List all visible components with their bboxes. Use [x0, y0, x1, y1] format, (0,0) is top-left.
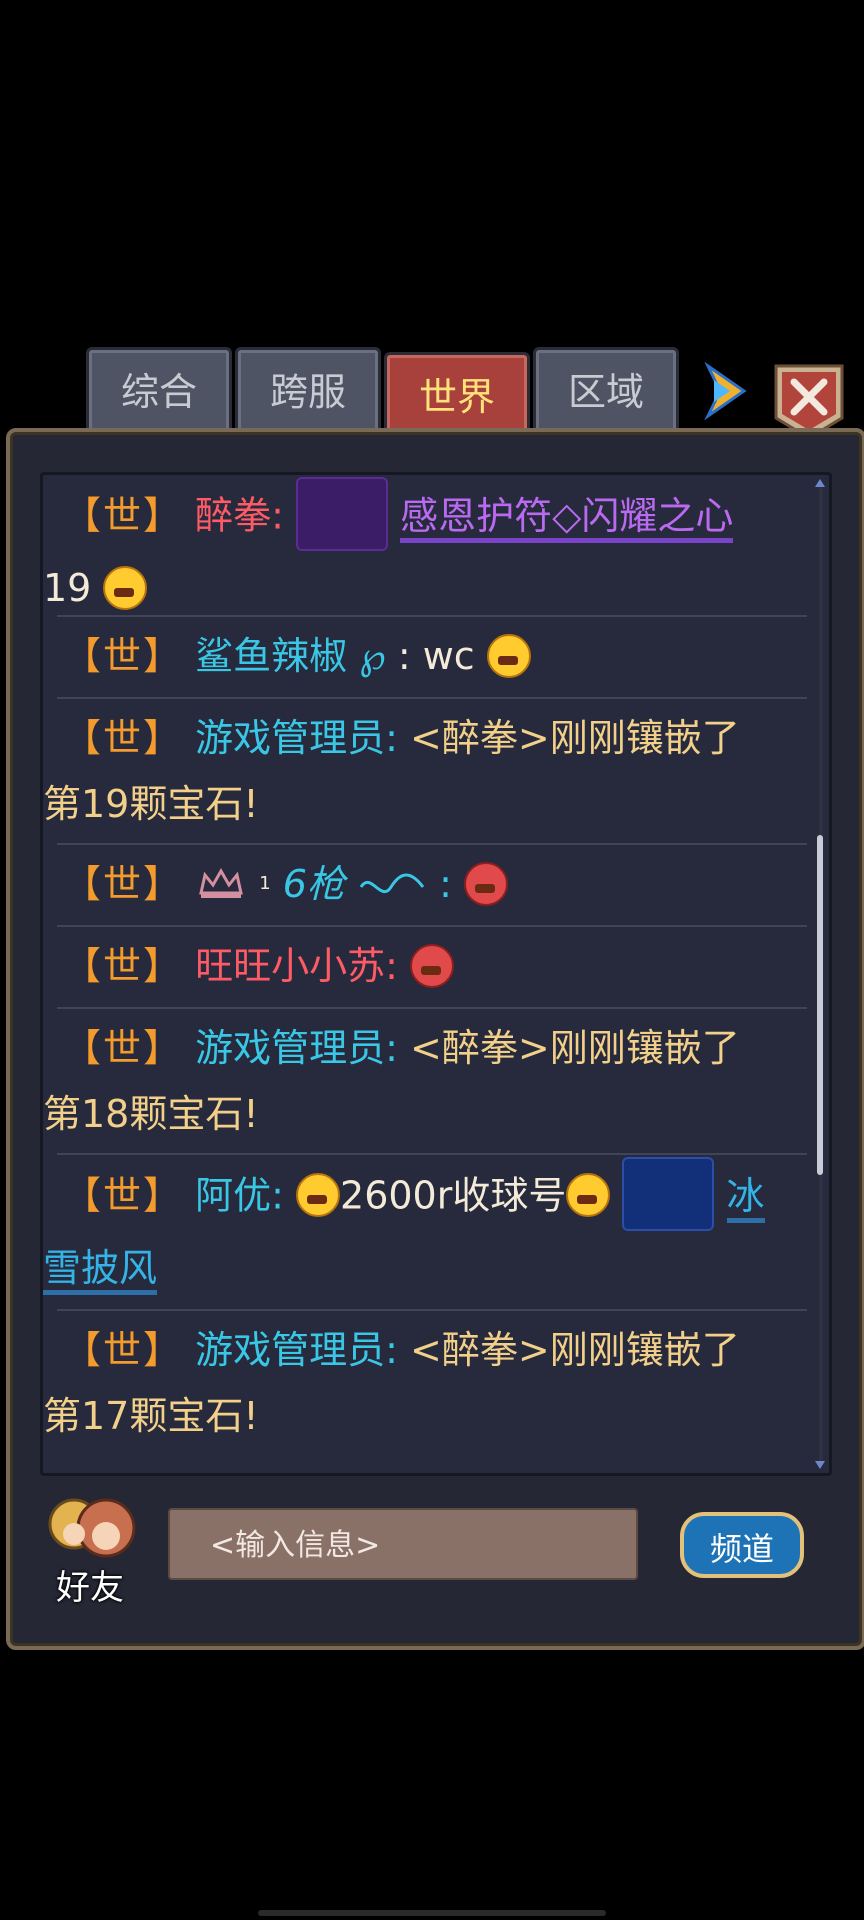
home-indicator[interactable]: [258, 1910, 606, 1916]
message-input[interactable]: <输入信息>: [168, 1508, 638, 1580]
message-text: <醉拳>刚刚镶嵌了: [410, 1026, 740, 1070]
crying-emoji-icon: [566, 1173, 611, 1217]
tab-region[interactable]: 区域: [533, 347, 679, 437]
scroll-down-arrow-icon[interactable]: [815, 1461, 825, 1469]
laughing-emoji-icon: [103, 565, 148, 610]
sender-name[interactable]: 6枪: [283, 862, 345, 906]
chat-message: 【世】 游戏管理员: <醉拳>刚刚镶嵌了 第19颗宝石!: [43, 705, 793, 837]
sender-name[interactable]: 鲨鱼辣椒: [195, 634, 347, 678]
friends-label[interactable]: 好友: [56, 1560, 124, 1609]
sender-name[interactable]: 游戏管理员:: [195, 716, 398, 760]
expand-arrow-icon[interactable]: [700, 362, 750, 420]
chat-message: 【世】 阿优: 2600r收球号 冰 雪披风: [43, 1157, 793, 1301]
chat-message: 【世】 鲨鱼辣椒 ℘ : wc: [63, 623, 793, 689]
divider: [57, 925, 807, 927]
channel-tag: 【世】: [63, 1026, 184, 1070]
channel-button[interactable]: 频道: [680, 1512, 804, 1578]
message-text: 2600r收球号: [340, 1173, 567, 1218]
chat-message: 【世】 游戏管理员: <醉拳>刚刚镶嵌了 第18颗宝石!: [43, 1015, 793, 1147]
channel-tag: 【世】: [63, 1173, 184, 1218]
message-text: 第18颗宝石!: [43, 1092, 259, 1136]
angry-face-emoji-icon: [486, 633, 531, 678]
message-text: 19: [43, 566, 92, 610]
badge-level: 1: [259, 873, 271, 894]
channel-tag: 【世】: [63, 716, 184, 760]
channel-tag: 【世】: [63, 493, 184, 538]
cloak-item-icon[interactable]: [622, 1157, 715, 1231]
channel-tag: 【世】: [63, 634, 184, 678]
message-text: : wc: [397, 634, 475, 678]
divider: [57, 1309, 807, 1311]
divider: [57, 1153, 807, 1155]
sender-name[interactable]: 阿优:: [195, 1174, 284, 1218]
crown-badge-icon: [199, 867, 243, 898]
message-text: <醉拳>刚刚镶嵌了: [410, 716, 740, 760]
message-text: :: [439, 862, 452, 906]
chat-message: 【世】 醉拳: 感恩护符◇闪耀之心 19: [43, 477, 793, 621]
divider: [57, 843, 807, 845]
channel-tag: 【世】: [63, 862, 184, 906]
message-text: 第19颗宝石!: [43, 782, 259, 826]
screaming-emoji-icon: [410, 943, 455, 988]
name-flourish-icon: [359, 873, 425, 893]
divider: [57, 1007, 807, 1009]
tab-general[interactable]: 综合: [86, 347, 232, 437]
screaming-emoji-icon: [464, 861, 509, 906]
chat-message: 【世】 旺旺小小苏:: [63, 933, 793, 999]
chat-message: 【世】 游戏管理员: <醉拳>刚刚镶嵌了 第17颗宝石!: [43, 1317, 793, 1449]
item-link[interactable]: 感恩护符◇闪耀之心: [400, 493, 734, 543]
item-link[interactable]: 雪披风: [43, 1246, 158, 1295]
channel-tag: 【世】: [63, 944, 184, 988]
sender-name[interactable]: 游戏管理员:: [195, 1328, 398, 1372]
scrollbar-thumb[interactable]: [817, 835, 823, 1175]
message-text: <醉拳>刚刚镶嵌了: [410, 1328, 740, 1372]
divider: [57, 615, 807, 617]
amulet-item-icon[interactable]: [296, 477, 389, 551]
item-link[interactable]: 冰: [726, 1173, 765, 1223]
divider: [57, 697, 807, 699]
scroll-up-arrow-icon[interactable]: [815, 479, 825, 487]
message-text: 第17颗宝石!: [43, 1394, 259, 1438]
sender-symbol: ℘: [359, 634, 386, 678]
channel-tag: 【世】: [63, 1328, 184, 1372]
sender-name[interactable]: 游戏管理员:: [195, 1026, 398, 1070]
sender-name[interactable]: 旺旺小小苏:: [195, 944, 398, 988]
chat-log[interactable]: 【世】 醉拳: 感恩护符◇闪耀之心 19 【世】 鲨鱼辣椒 ℘ : wc 【世】…: [40, 472, 832, 1476]
sender-name[interactable]: 醉拳:: [195, 494, 284, 538]
laughing-emoji-icon: [296, 1173, 341, 1217]
chat-message: 【世】 1 6枪 :: [63, 851, 793, 917]
tab-cross-server[interactable]: 跨服: [235, 347, 381, 437]
